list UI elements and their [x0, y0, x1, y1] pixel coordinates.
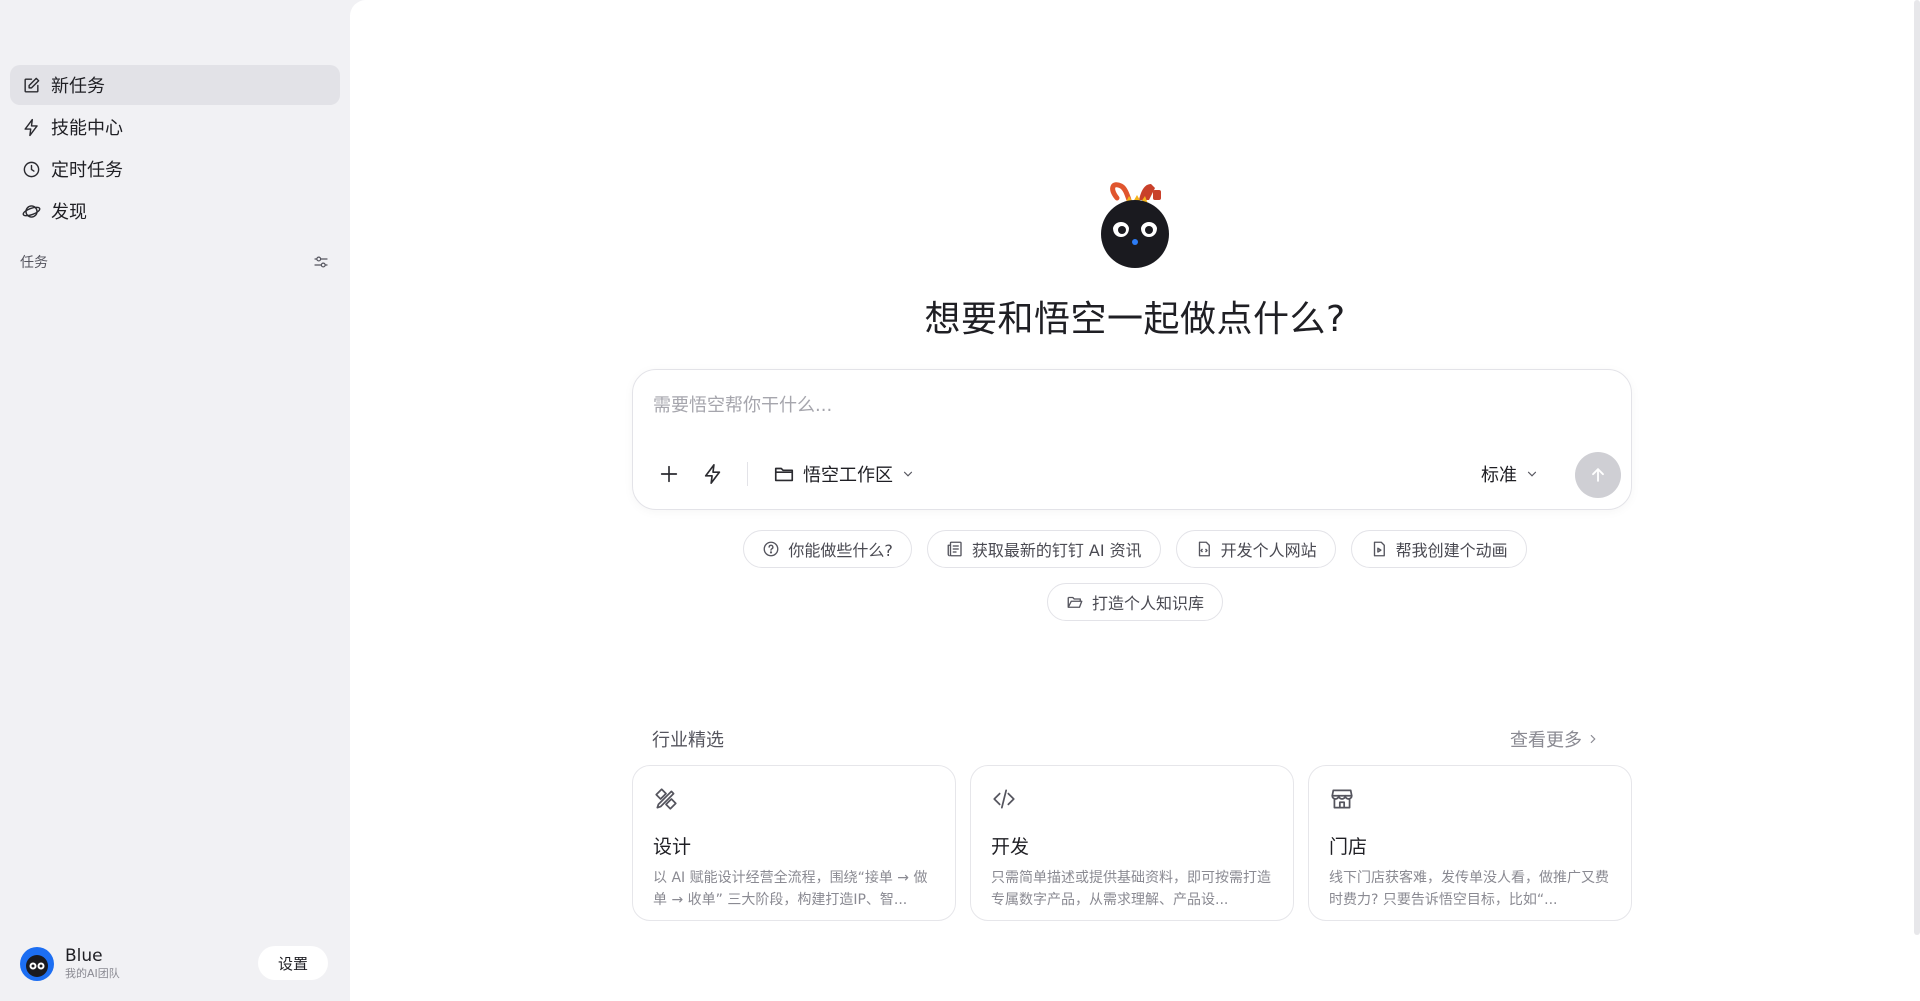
arrow-up-icon: [1592, 468, 1604, 482]
video-file-icon: [1373, 541, 1385, 557]
suggestion-row: 打造个人知识库: [350, 583, 1920, 621]
prompt-input[interactable]: [653, 390, 1553, 420]
suggestion-row: 你能做些什么? 获取最新的钉钉 AI 资讯 开发个人网站 帮我创建个动画: [350, 530, 1920, 568]
user-info: Blue 我的AI团队: [65, 946, 120, 982]
main-panel: 想要和悟空一起做点什么? 悟空工作区 标准: [350, 0, 1920, 1001]
tasks-section-header: 任务: [20, 250, 330, 274]
lightning-icon: [21, 117, 41, 137]
card-title: 门店: [1329, 836, 1368, 858]
suggestion-chip[interactable]: 获取最新的钉钉 AI 资讯: [926, 530, 1161, 568]
industry-card-store[interactable]: 门店 线下门店获客难，发传单没人看，做推广又费时费力? 只要告诉悟空目标，比如“…: [1308, 765, 1632, 921]
store-icon: [1331, 789, 1353, 809]
chevron-down-icon: [903, 471, 913, 477]
sidebar: 新任务 技能中心 定时任务 发现 任务 Blue 我的AI团队 设置: [0, 0, 350, 1001]
filter-icon[interactable]: [312, 253, 330, 271]
clock-icon: [21, 159, 41, 179]
planet-icon: [21, 201, 41, 221]
app-window: 新任务 技能中心 定时任务 发现 任务 Blue 我的AI团队 设置 想要和悟空…: [0, 0, 1920, 1001]
industry-cards: 设计 以 AI 赋能设计经营全流程，围绕“接单 → 做单 → 收单” 三大阶段，…: [632, 765, 1632, 921]
chip-label: 打造个人知识库: [1091, 594, 1204, 613]
card-description: 线下门店获客难，发传单没人看，做推广又费时费力? 只要告诉悟空目标，比如“...: [1329, 870, 1609, 908]
chevron-right-icon: [1590, 734, 1596, 744]
card-description: 只需简单描述或提供基础资料，即可按需打造专属数字产品，从需求理解、产品设...: [991, 870, 1271, 908]
industry-card-design[interactable]: 设计 以 AI 赋能设计经营全流程，围绕“接单 → 做单 → 收单” 三大阶段，…: [632, 765, 956, 921]
user-team: 我的AI团队: [65, 967, 120, 980]
code-icon: [993, 789, 1015, 809]
chip-label: 帮我创建个动画: [1395, 541, 1508, 560]
page-title: 想要和悟空一起做点什么?: [924, 299, 1346, 340]
industry-card-development[interactable]: 开发 只需简单描述或提供基础资料，即可按需打造专属数字产品，从需求理解、产品设.…: [970, 765, 1294, 921]
suggestion-chip[interactable]: 开发个人网站: [1175, 530, 1336, 568]
folder-open-icon: [1067, 596, 1083, 608]
send-button[interactable]: [1575, 452, 1621, 498]
skills-button[interactable]: [697, 458, 729, 490]
workspace-selector[interactable]: 悟空工作区: [773, 458, 915, 490]
nav-label: 定时任务: [51, 160, 123, 181]
plus-icon: [660, 465, 678, 483]
suggestion-chip[interactable]: 帮我创建个动画: [1350, 530, 1527, 568]
chevron-down-icon: [1527, 471, 1537, 477]
nav-label: 技能中心: [51, 118, 123, 139]
chip-label: 获取最新的钉钉 AI 资讯: [971, 541, 1142, 560]
mode-label: 标准: [1481, 465, 1517, 486]
card-description: 以 AI 赋能设计经营全流程，围绕“接单 → 做单 → 收单” 三大阶段，构建打…: [653, 870, 928, 908]
user-name: Blue: [65, 946, 103, 966]
composer: 悟空工作区 标准: [632, 369, 1632, 510]
nav-scheduled-tasks[interactable]: 定时任务: [10, 149, 340, 189]
mode-selector[interactable]: 标准: [1481, 458, 1539, 490]
tasks-section-label: 任务: [20, 255, 48, 271]
settings-button[interactable]: 设置: [258, 946, 328, 980]
workspace-label: 悟空工作区: [803, 465, 893, 486]
nav-label: 发现: [51, 202, 87, 223]
suggestion-chip[interactable]: 你能做些什么?: [743, 530, 912, 568]
card-title: 设计: [653, 836, 692, 858]
code-file-icon: [1198, 541, 1210, 557]
edit-icon: [21, 75, 41, 95]
card-title: 开发: [991, 836, 1030, 858]
user-profile: Blue 我的AI团队 设置: [20, 945, 330, 983]
design-tools-icon: [655, 788, 677, 810]
see-more-link[interactable]: 查看更多: [1510, 726, 1600, 752]
avatar[interactable]: [20, 947, 54, 981]
add-attachment-button[interactable]: [653, 458, 685, 490]
newspaper-icon: [947, 541, 962, 557]
toolbar-divider: [747, 462, 748, 486]
folder-icon: [774, 467, 794, 482]
nav-discover[interactable]: 发现: [10, 191, 340, 231]
scrollbar[interactable]: [1914, 0, 1920, 935]
see-more-label: 查看更多: [1510, 730, 1582, 751]
lightning-icon: [704, 464, 721, 484]
nav-skills[interactable]: 技能中心: [10, 107, 340, 147]
suggestion-chips: 你能做些什么? 获取最新的钉钉 AI 资讯 开发个人网站 帮我创建个动画 打造个…: [350, 530, 1920, 636]
industry-section-title: 行业精选: [652, 730, 724, 751]
sidebar-nav: 新任务 技能中心 定时任务 发现: [10, 65, 340, 233]
question-icon: [763, 541, 779, 557]
chip-label: 你能做些什么?: [788, 541, 893, 560]
nav-new-task[interactable]: 新任务: [10, 65, 340, 105]
wukong-mascot-logo: [1101, 182, 1169, 268]
nav-label: 新任务: [51, 76, 105, 97]
suggestion-chip[interactable]: 打造个人知识库: [1046, 583, 1223, 621]
chip-label: 开发个人网站: [1220, 541, 1317, 560]
